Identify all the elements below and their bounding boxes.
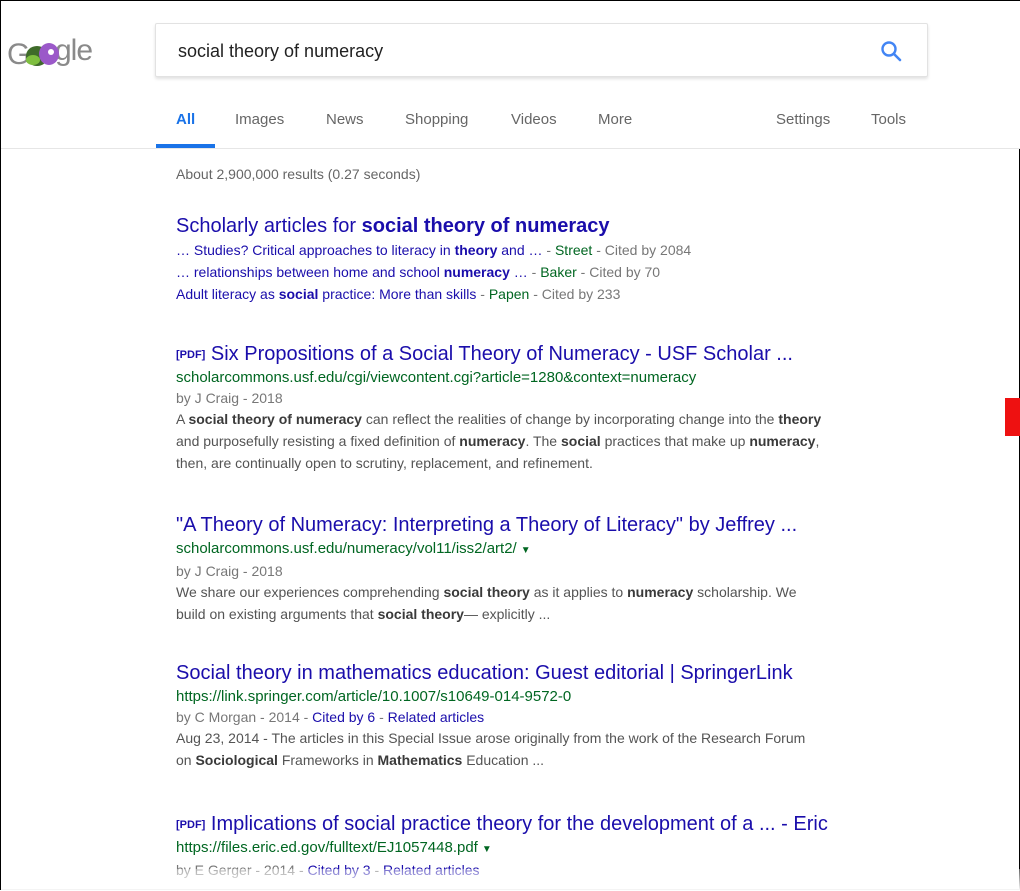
search-result: Social theory in mathematics education: … — [176, 660, 916, 771]
result-snippet: Aug 23, 2014 - The articles in this Spec… — [176, 730, 806, 768]
result-url: https://files.eric.ed.gov/fulltext/EJ105… — [176, 839, 492, 856]
result-title[interactable]: "A Theory of Numeracy: Interpreting a Th… — [176, 512, 916, 538]
tab-shopping[interactable]: Shopping — [405, 111, 468, 128]
scholarly-item: Adult literacy as social practice: More … — [176, 286, 621, 302]
active-tab-indicator — [156, 144, 215, 148]
red-marker — [1005, 398, 1020, 436]
tab-all[interactable]: All — [176, 111, 195, 128]
tab-settings[interactable]: Settings — [776, 111, 830, 128]
scholarly-item: … relationships between home and school … — [176, 264, 661, 280]
search-result: [PDF] Six Propositions of a Social Theor… — [176, 341, 916, 474]
scholarly-item: … Studies? Critical approaches to litera… — [176, 242, 692, 258]
doodle-logo-icon: G — [7, 34, 59, 71]
tab-more[interactable]: More — [598, 111, 632, 128]
search-box[interactable] — [155, 23, 928, 77]
header: G gle All Images News Shopping Videos Mo… — [1, 1, 1020, 149]
related-articles-link[interactable]: Related articles — [388, 709, 485, 725]
bottom-fade — [1, 869, 1020, 891]
url-dropdown-caret-icon[interactable]: ▼ — [482, 844, 492, 855]
tab-images[interactable]: Images — [235, 111, 284, 128]
result-snippet: We share our experiences comprehending s… — [176, 584, 797, 622]
result-title[interactable]: [PDF] Implications of social practice th… — [176, 811, 916, 837]
result-snippet: A social theory of numeracy can reflect … — [176, 411, 822, 471]
result-meta: by J Craig - 2018 — [176, 563, 283, 579]
search-tabs: All Images News Shopping Videos More Set… — [1, 101, 1020, 149]
result-title[interactable]: [PDF] Six Propositions of a Social Theor… — [176, 341, 916, 367]
result-meta: by J Craig - 2018 — [176, 390, 283, 406]
cited-by-link[interactable]: Cited by 6 — [312, 709, 375, 725]
scholarly-author[interactable]: Baker — [540, 264, 577, 280]
pdf-badge: [PDF] — [176, 819, 206, 831]
scholarly-author[interactable]: Papen — [489, 286, 529, 302]
search-result: "A Theory of Numeracy: Interpreting a Th… — [176, 512, 916, 625]
scholarly-author[interactable]: Street — [555, 242, 592, 258]
url-dropdown-caret-icon[interactable]: ▼ — [521, 545, 531, 556]
search-icon[interactable] — [879, 39, 903, 63]
tab-videos[interactable]: Videos — [511, 111, 557, 128]
result-url: https://link.springer.com/article/10.100… — [176, 688, 572, 705]
result-title[interactable]: Social theory in mathematics education: … — [176, 660, 916, 686]
svg-text:G: G — [7, 38, 29, 71]
result-meta: by C Morgan - 2014 - Cited by 6 - Relate… — [176, 709, 485, 725]
result-url: scholarcommons.usf.edu/cgi/viewcontent.c… — [176, 369, 697, 386]
google-logo[interactable]: G gle — [7, 31, 127, 71]
scholarly-title[interactable]: Scholarly articles for social theory of … — [176, 213, 916, 239]
search-input[interactable] — [176, 36, 856, 66]
results-count: About 2,900,000 results (0.27 seconds) — [176, 166, 421, 182]
tab-tools[interactable]: Tools — [871, 111, 906, 128]
tab-news[interactable]: News — [326, 111, 364, 128]
result-url: scholarcommons.usf.edu/numeracy/vol11/is… — [176, 540, 531, 557]
pdf-badge: [PDF] — [176, 349, 206, 361]
scholarly-block: Scholarly articles for social theory of … — [176, 213, 916, 305]
